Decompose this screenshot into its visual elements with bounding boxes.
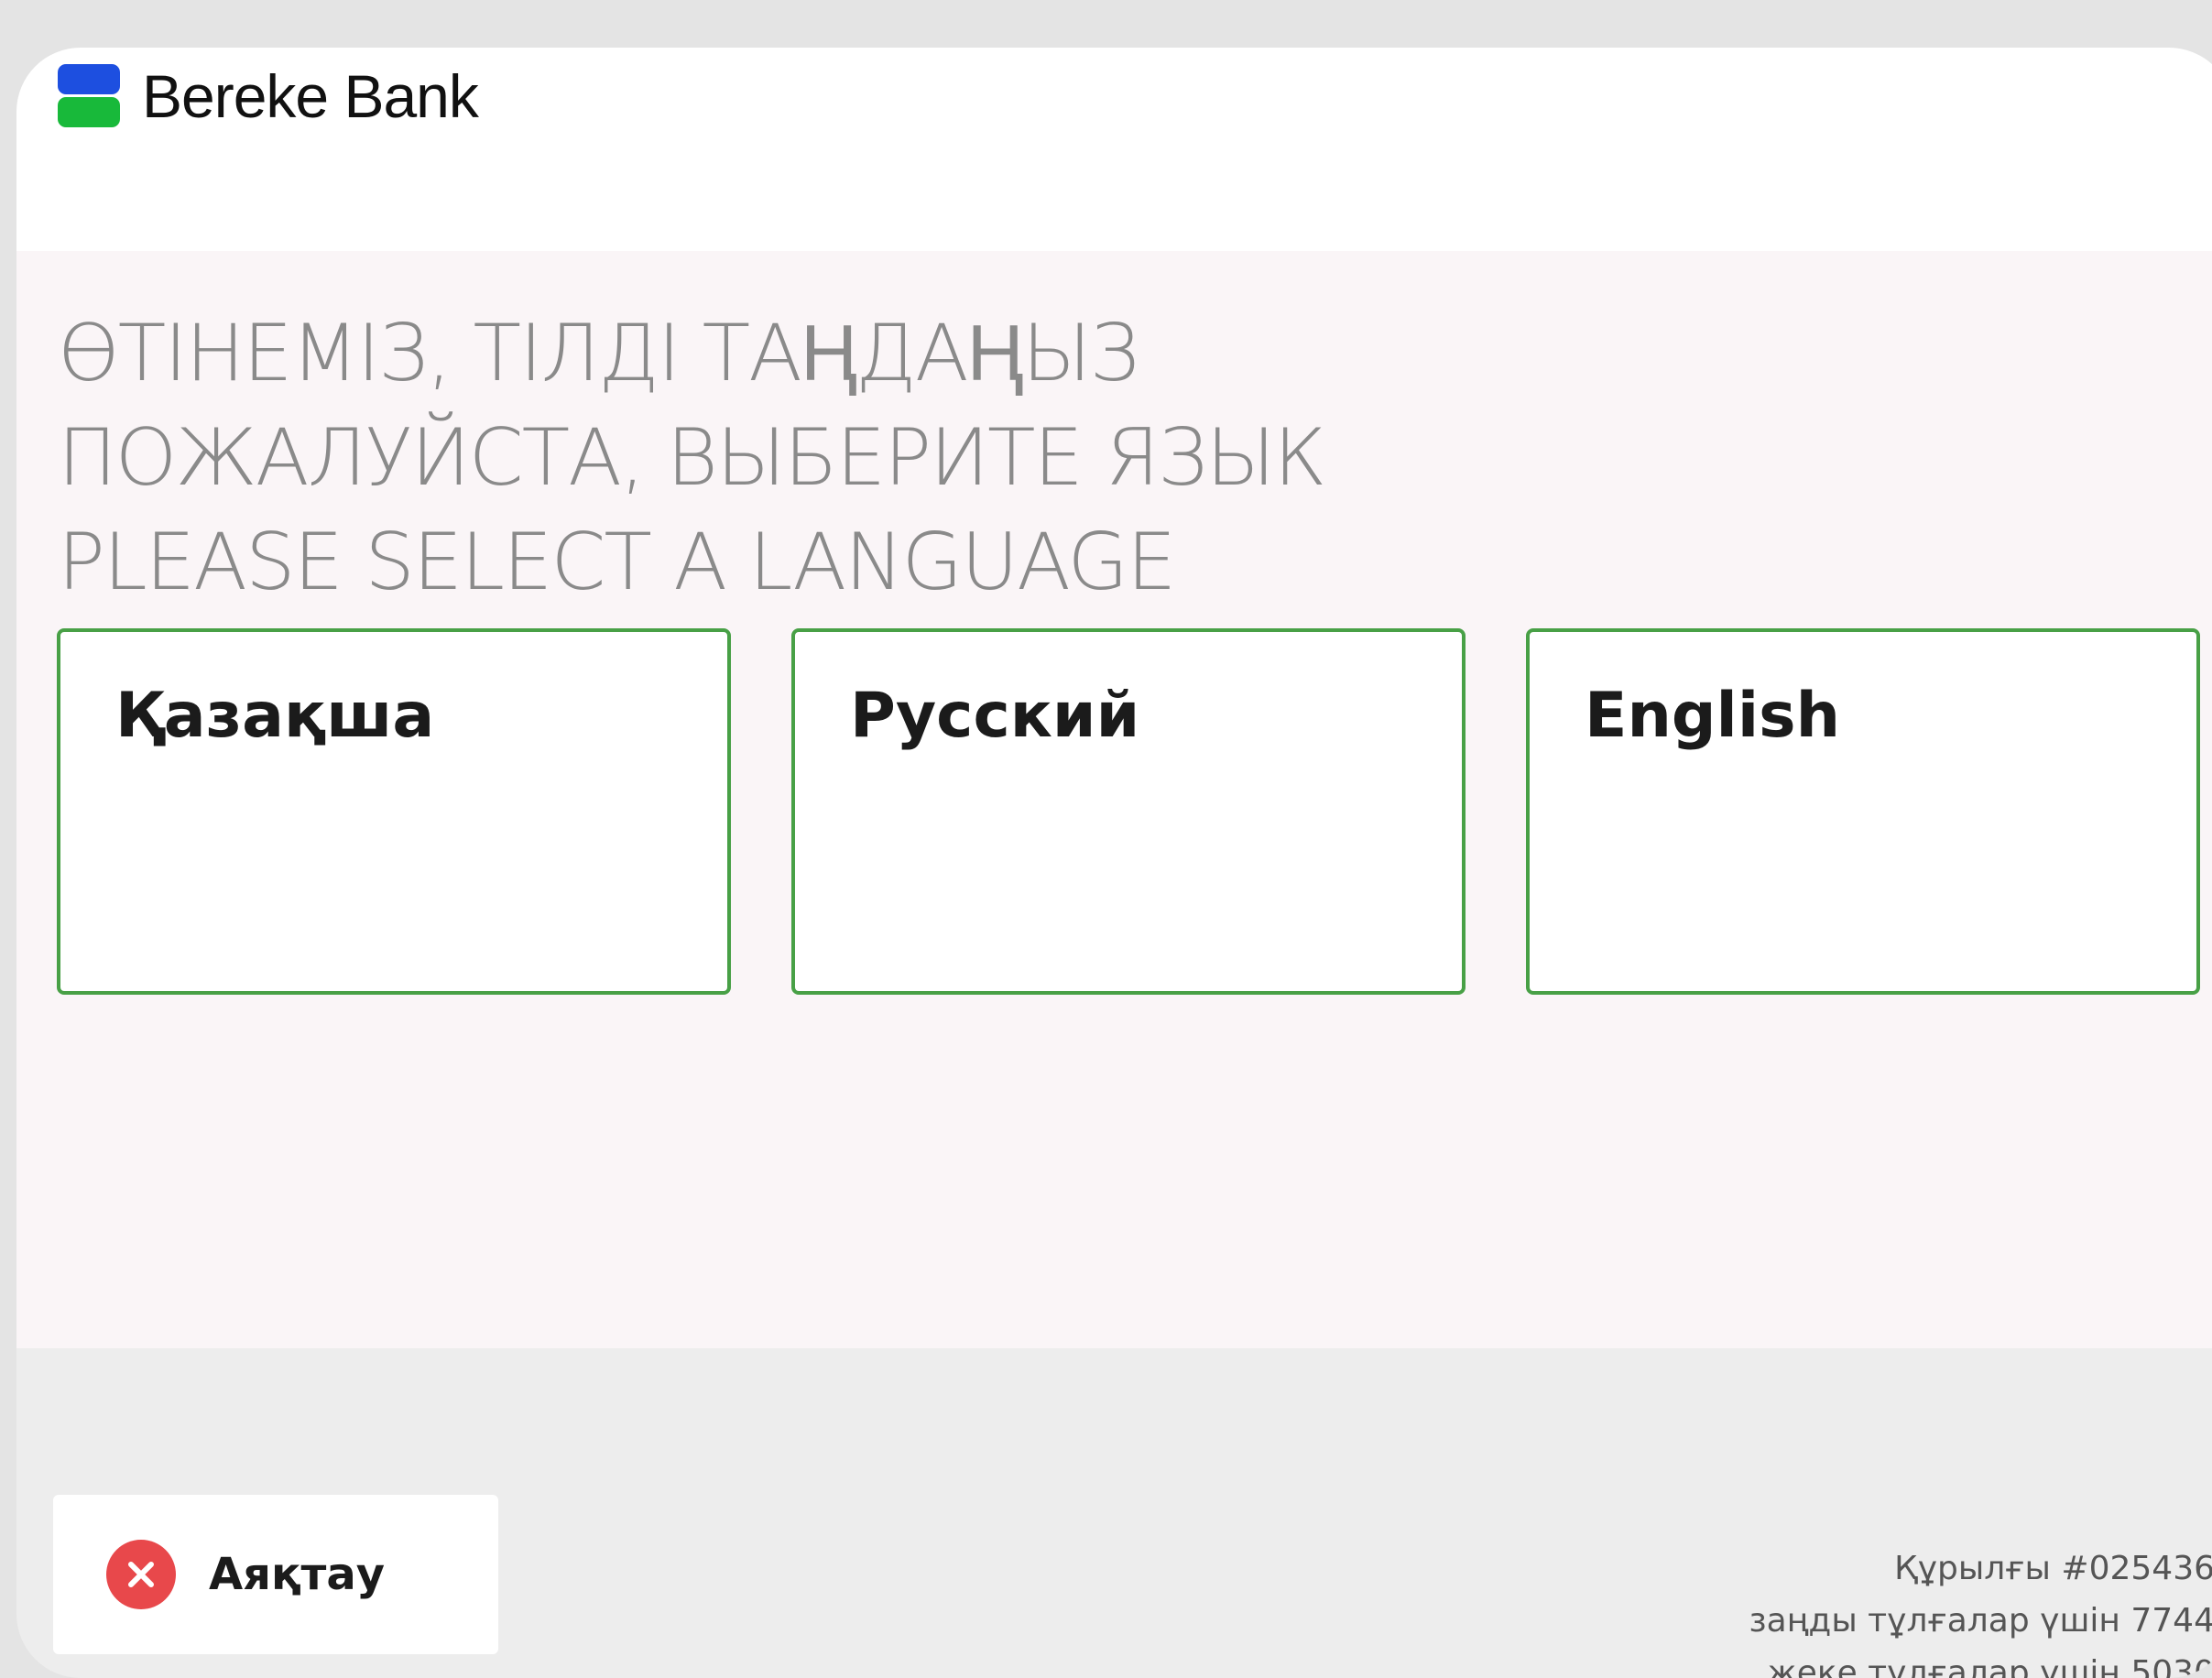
language-label: Қазақша [115, 680, 435, 752]
kiosk-screen: Bereke Bank ӨТІНЕМІЗ, ТІЛДІ ТАҢДАҢЫЗ ПОЖ… [16, 48, 2212, 1678]
language-label: English [1585, 680, 1841, 752]
finish-label: Аяқтау [209, 1549, 386, 1600]
language-prompt: ӨТІНЕМІЗ, ТІЛДІ ТАҢДАҢЫЗ ПОЖАЛУЙСТА, ВЫБ… [58, 301, 1326, 615]
individuals-phone: жеке тұлғалар үшін 5030 [1767, 1654, 2212, 1678]
language-button-russian[interactable]: Русский [791, 628, 1466, 995]
prompt-russian: ПОЖАЛУЙСТА, ВЫБЕРИТЕ ЯЗЫК [58, 412, 1326, 504]
device-info: Құрылғы #025436 заңды тұлғалар үшін 7744… [1749, 1542, 2212, 1678]
header-bar: Bereke Bank [16, 48, 2212, 251]
language-selection-panel: ӨТІНЕМІЗ, ТІЛДІ ТАҢДАҢЫЗ ПОЖАЛУЙСТА, ВЫБ… [16, 251, 2212, 1348]
prompt-kazakh: ӨТІНЕМІЗ, ТІЛДІ ТАҢДАҢЫЗ [58, 308, 1139, 399]
language-button-kazakh[interactable]: Қазақша [57, 628, 731, 995]
device-number: Құрылғы #025436 [1894, 1550, 2212, 1587]
bereke-logo-icon [58, 64, 120, 128]
prompt-english: PLEASE SELECT A LANGUAGE [58, 517, 1176, 608]
finish-button[interactable]: Аяқтау [53, 1495, 498, 1654]
close-icon [106, 1540, 176, 1609]
brand-logo: Bereke Bank [58, 61, 479, 131]
brand-name: Bereke Bank [142, 62, 479, 130]
language-label: Русский [850, 680, 1140, 752]
legal-entities-phone: заңды тұлғалар үшін 7744 [1749, 1602, 2212, 1640]
language-button-english[interactable]: English [1526, 628, 2200, 995]
footer: Аяқтау Құрылғы #025436 заңды тұлғалар үш… [16, 1348, 2212, 1678]
